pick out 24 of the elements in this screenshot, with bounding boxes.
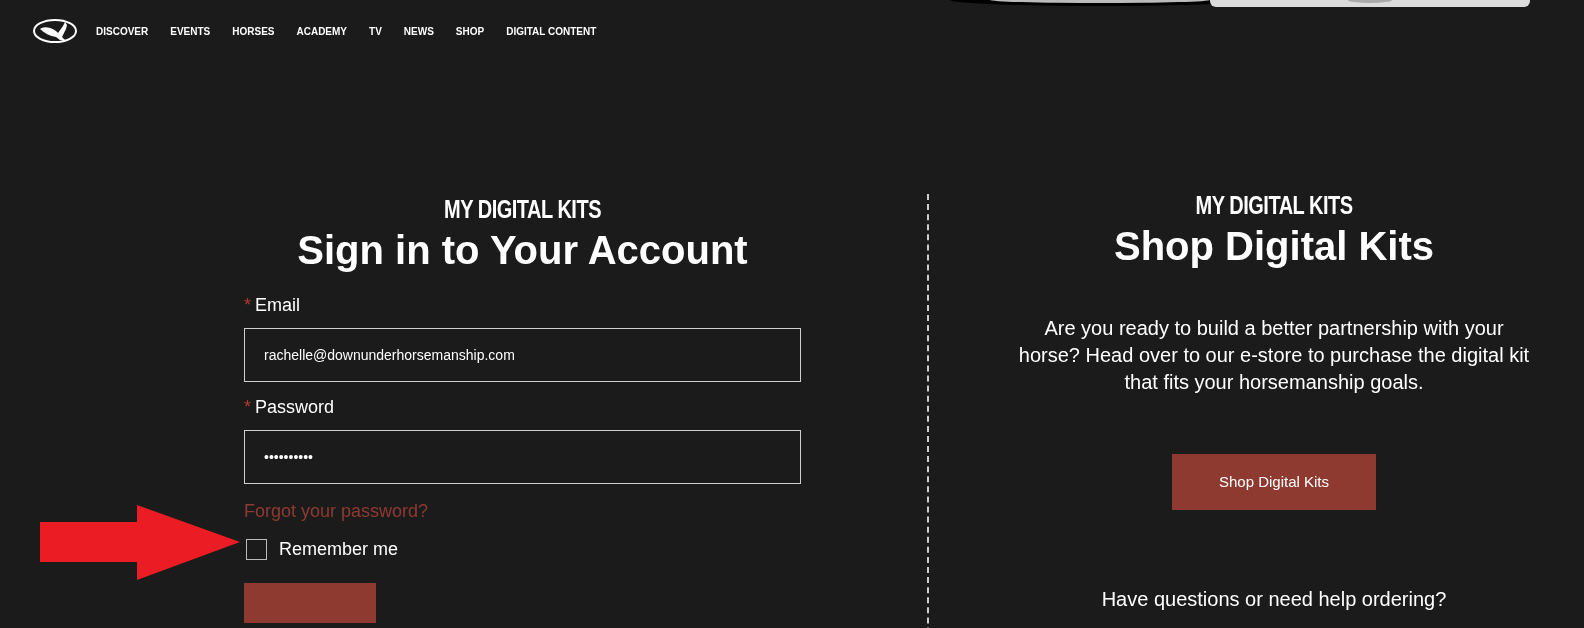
nav-link[interactable]: DIGITAL CONTENT xyxy=(506,23,597,39)
checkbox[interactable] xyxy=(246,539,267,560)
nav-link[interactable]: NEWS xyxy=(403,23,434,39)
arrow-annotation-icon xyxy=(40,505,240,580)
section-kicker: MY DIGITAL KITS xyxy=(443,194,602,224)
input-field[interactable]: •••••••••• xyxy=(244,430,801,484)
nav-link[interactable]: SHOP xyxy=(455,23,485,39)
shop-description: Are you ready to build a better partnership with your horse? Head over to our e-store to purchase the digital kit that fits your horsemanship goals. xyxy=(1017,316,1531,395)
shop-button[interactable]: Shop Digital Kits xyxy=(1172,454,1376,510)
section-kicker: MY DIGITAL KITS xyxy=(1195,190,1353,220)
nav-link[interactable]: DISCOVER xyxy=(96,23,149,39)
section-title: Sign in to Your Account xyxy=(296,227,749,274)
checkbox-label: Remember me xyxy=(279,538,399,561)
required-mark: * xyxy=(244,396,251,419)
field-label: Email xyxy=(255,294,301,317)
nav-link[interactable]: ACADEMY xyxy=(296,23,348,39)
nav-link[interactable]: TV xyxy=(369,23,382,39)
nav-link[interactable]: HORSES xyxy=(232,23,275,39)
input-field[interactable]: rachelle@downunderhorsemanship.com xyxy=(244,328,801,382)
section-title: Shop Digital Kits xyxy=(1114,223,1434,270)
required-mark: * xyxy=(244,294,251,317)
nav-link[interactable]: EVENTS xyxy=(170,23,211,39)
field-label: Password xyxy=(255,396,335,419)
help-heading: Have questions or need help ordering? xyxy=(1101,587,1447,612)
